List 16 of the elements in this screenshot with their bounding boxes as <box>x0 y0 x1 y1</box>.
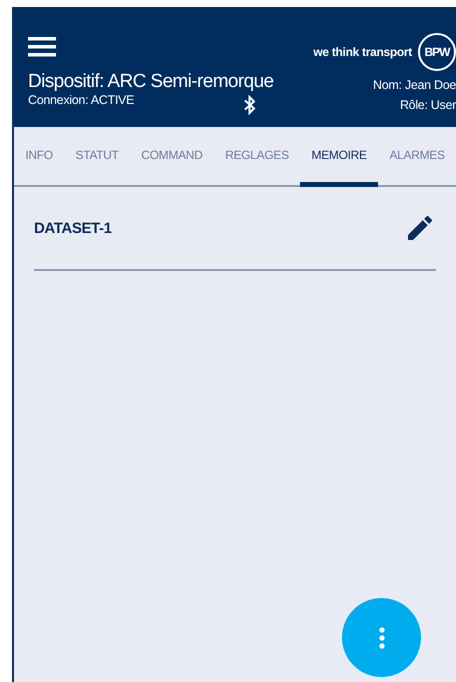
dataset-name[interactable]: DATASET-1 <box>34 220 112 236</box>
tab[interactable]: INFO <box>14 127 64 187</box>
logo: BPW <box>418 33 456 71</box>
tab[interactable]: MEMOIRE <box>300 127 378 187</box>
more-icon <box>378 626 384 648</box>
bluetooth-icon <box>244 95 256 115</box>
tab[interactable]: ALARMES <box>378 127 456 187</box>
device-title: Dispositif: ARC Semi-remorque <box>28 71 274 93</box>
menu-icon[interactable] <box>28 37 56 57</box>
user-role: Rôle: User <box>400 97 456 114</box>
user-name: Nom: Jean Doe <box>373 77 456 94</box>
tab[interactable]: COMMAND <box>130 127 214 187</box>
tab[interactable]: STATUT <box>64 127 130 187</box>
slogan: we think transport <box>313 45 412 59</box>
tab[interactable]: REGLAGES <box>214 127 300 187</box>
connection-status: Connexion: ACTIVE <box>28 93 134 107</box>
